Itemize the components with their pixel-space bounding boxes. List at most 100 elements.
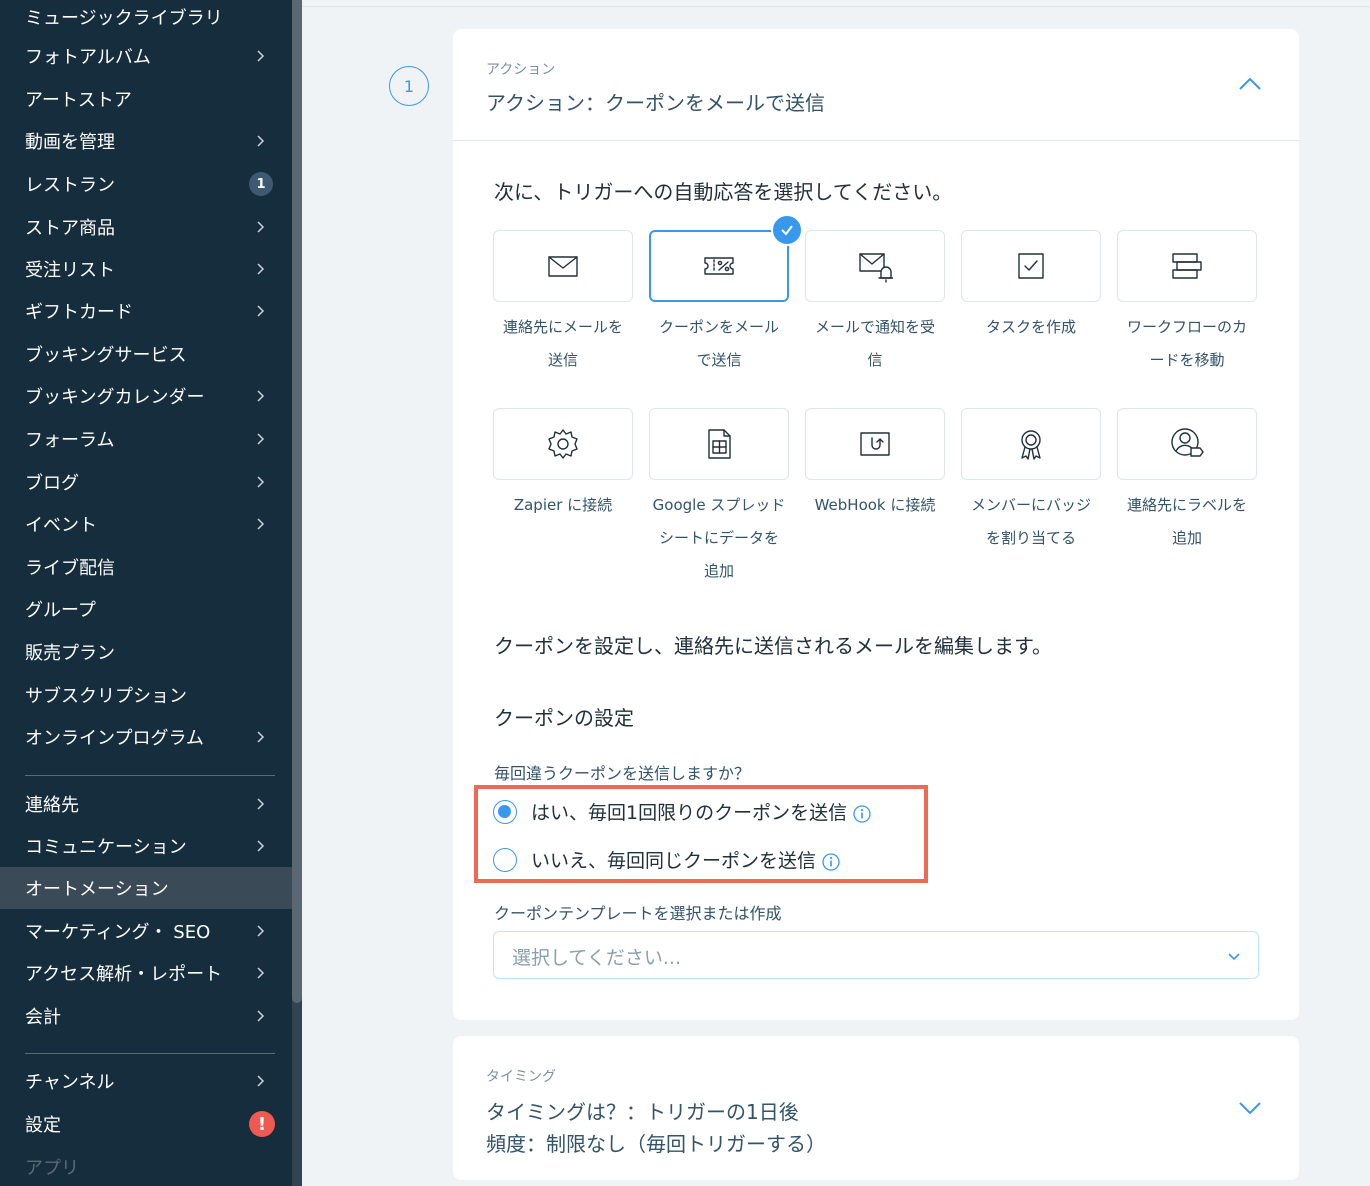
action-tile-label-line: WebHook に接続 [814,496,936,514]
sidebar-item-communications[interactable]: コミュニケーション [0,825,292,867]
sidebar-item-gift-cards[interactable]: ギフトカード [0,290,292,332]
template-select[interactable]: 選択してください... [493,931,1259,979]
action-tile-label-line: タスクを作成 [985,318,1076,336]
coupon-question: 毎回違うクーポンを送信しますか？ [494,764,751,783]
timing-card-label: タイミング [486,1069,556,1085]
action-tile-label-line: 連絡先にラベルを [1126,496,1247,514]
timing-card: タイミング タイミングは？：トリガーの1日後 頻度：制限なし（毎回トリガーする） [453,1036,1299,1180]
sidebar-item-marketing-seo[interactable]: マーケティング・ SEO [0,910,292,952]
action-tile-label: WebHook に接続 [800,489,950,522]
sidebar-item-apps[interactable]: アプリ [0,1146,292,1186]
sidebar-item-label: ストア商品 [25,218,115,239]
webhook-icon [860,432,890,456]
sidebar-item-settings[interactable]: 設定! [0,1103,292,1145]
sidebar-item-label: ブッキングカレンダー [25,387,205,408]
sidebar-item-music-library[interactable]: ミュージックライブラリ [0,0,292,38]
chevron-right-icon [257,925,265,937]
action-tile-envelope[interactable] [493,230,633,302]
sidebar-item-label: マーケティング・ SEO [25,922,211,943]
sidebar-item-label: 会計 [25,1007,61,1028]
chevron-right-icon [257,433,265,445]
action-tile-webhook[interactable] [805,408,945,480]
sidebar-item-label: 連絡先 [25,795,79,816]
sidebar-item-forum[interactable]: フォーラム [0,418,292,460]
radio-option-yes[interactable]: はい、毎回1回限りのクーポンを送信 [493,798,871,825]
chevron-right-icon [257,967,265,979]
timing-line: タイミングは？：トリガーの1日後 [486,1100,799,1124]
card-divider [453,140,1299,141]
envelope-icon [548,256,578,277]
sidebar-scrollbar-thumb[interactable] [292,0,302,1003]
action-tile-badge-award[interactable] [961,408,1101,480]
collapse-chevron-up-icon[interactable] [1237,71,1263,97]
action-tile-label: ワークフローのカ ードを移動 [1112,311,1262,377]
chevron-right-icon [257,1075,265,1087]
sidebar-item-events[interactable]: イベント [0,503,292,545]
radio-option-no[interactable]: いいえ、毎回同じクーポンを送信 [493,846,840,873]
action-tile-mail-bell[interactable] [805,230,945,302]
selected-check-icon [771,214,803,246]
sidebar-item-live-stream[interactable]: ライブ配信 [0,546,292,588]
sidebar-scrollbar-track[interactable] [292,0,302,1186]
action-tile-label-line: ワークフローのカ [1126,318,1247,336]
sidebar-item-photo-albums[interactable]: フォトアルバム [0,35,292,77]
sidebar-item-label: ブッキングサービス [25,345,187,366]
sidebar-item-art-store[interactable]: アートストア [0,78,292,120]
chevron-right-icon [257,50,265,62]
sidebar-item-orders[interactable]: 受注リスト [0,248,292,290]
action-tile-label: クーポンをメール で送信 [644,311,794,377]
info-icon[interactable] [853,804,871,823]
sidebar-item-label: フォトアルバム [25,47,151,68]
sidebar-item-store-products[interactable]: ストア商品 [0,206,292,248]
template-label: クーポンテンプレートを選択または作成 [494,904,782,923]
action-tile-label: 連絡先にメールを 送信 [488,311,638,377]
action-tile-label: メンバーにバッジ を割り当てる [956,489,1106,555]
sidebar-item-accounting[interactable]: 会計 [0,995,292,1037]
action-tile-gear[interactable] [493,408,633,480]
sidebar-item-label: 受注リスト [25,260,115,281]
coupon-settings-heading: クーポンの設定 [494,706,634,730]
radio-yes-label: はい、毎回1回限りのクーポンを送信 [531,802,848,824]
sidebar-item-groups[interactable]: グループ [0,588,292,630]
action-tile-label-line: を割り当てる [985,529,1076,547]
sidebar-item-label: イベント [25,515,97,536]
sidebar: ミュージックライブラリフォトアルバムアートストア 動画を管理レストラン 1 ストア商品… [0,0,302,1186]
expand-chevron-down-icon[interactable] [1237,1095,1263,1121]
action-tile-task-check[interactable] [961,230,1101,302]
mail-bell-icon [859,253,893,283]
sidebar-item-online-programs[interactable]: オンラインプログラム [0,716,292,758]
sidebar-item-automations[interactable]: オートメーション [0,867,292,909]
action-tile-workflow-card[interactable] [1117,230,1257,302]
task-check-icon [1018,253,1044,279]
action-tile-contact-label[interactable] [1117,408,1257,480]
action-tile-label: 連絡先にラベルを 追加 [1112,489,1262,555]
action-tile-coupon[interactable] [649,230,789,302]
sidebar-item-analytics-reports[interactable]: アクセス解析・レポート [0,952,292,994]
action-tile-label-line: 追加 [703,562,734,580]
radio-yes-control[interactable] [493,799,517,824]
sidebar-item-booking-services[interactable]: ブッキングサービス [0,333,292,375]
radio-no-label: いいえ、毎回同じクーポンを送信 [531,850,817,872]
sidebar-item-blog[interactable]: ブログ [0,461,292,503]
sidebar-item-label: グループ [25,600,96,621]
chevron-right-icon [257,305,265,317]
sidebar-divider [25,1053,275,1054]
action-tile-label-line: 信 [867,351,883,369]
action-tile-label-line: 追加 [1171,529,1202,547]
sidebar-item-video-manager[interactable]: 動画を管理 [0,120,292,162]
sidebar-item-restaurants[interactable]: レストラン 1 [0,163,292,205]
sidebar-item-booking-calendar[interactable]: ブッキングカレンダー [0,375,292,417]
sidebar-item-subscriptions[interactable]: サブスクリプション [0,674,292,716]
sidebar-item-label: レストラン [25,175,115,196]
sidebar-item-label: ライブ配信 [25,558,115,579]
notification-count-badge: 1 [249,172,273,196]
sidebar-item-pricing-plans[interactable]: 販売プラン [0,631,292,673]
radio-no-control[interactable] [493,847,517,872]
action-tile-spreadsheet[interactable] [649,408,789,480]
sidebar-divider [25,775,275,776]
info-icon[interactable] [822,852,840,871]
coupon-description: クーポンを設定し、連絡先に送信されるメールを編集します。 [494,634,1052,658]
badge-award-icon [1021,430,1041,460]
sidebar-item-channels[interactable]: チャンネル [0,1060,292,1102]
sidebar-item-contacts[interactable]: 連絡先 [0,783,292,825]
